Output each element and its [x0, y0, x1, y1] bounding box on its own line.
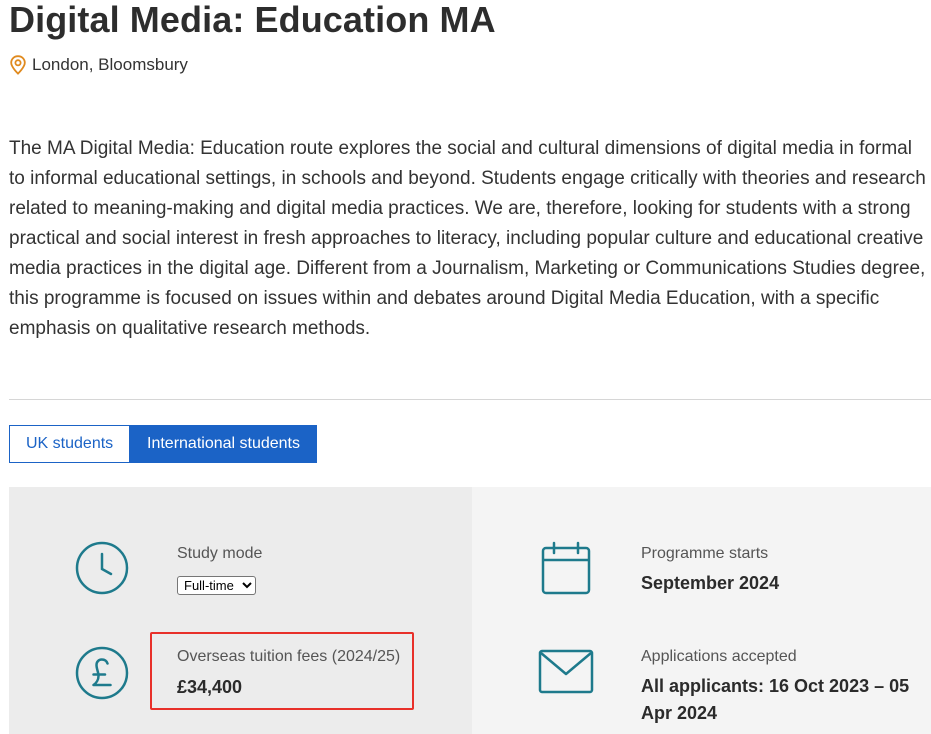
- divider: [9, 399, 931, 400]
- applications-label: Applications accepted: [641, 648, 797, 665]
- highlight-annotation: [150, 632, 414, 710]
- calendar-icon: [541, 541, 591, 595]
- pound-icon: [75, 646, 129, 700]
- tab-international-students[interactable]: International students: [130, 425, 317, 463]
- study-mode-label: Study mode: [177, 545, 263, 562]
- study-mode-select[interactable]: Full-time: [177, 576, 256, 595]
- map-pin-icon: [10, 55, 26, 75]
- page-title: Digital Media: Education MA: [9, 0, 496, 40]
- programme-starts-value: September 2024: [641, 573, 780, 593]
- location-text: London, Bloomsbury: [32, 55, 188, 74]
- intro-paragraph: The MA Digital Media: Education route ex…: [9, 138, 926, 339]
- clock-icon: [75, 541, 129, 595]
- course-page: Digital Media: Education MA London, Bloo…: [0, 0, 931, 734]
- student-type-tabs: UK students International students: [9, 425, 317, 463]
- programme-starts-label: Programme starts: [641, 545, 769, 562]
- applications-value: All applicants: 16 Oct 2023 – 05 Apr 202…: [641, 676, 910, 723]
- tab-uk-students[interactable]: UK students: [9, 425, 130, 463]
- envelope-icon: [538, 649, 594, 694]
- location: London, Bloomsbury: [9, 55, 188, 75]
